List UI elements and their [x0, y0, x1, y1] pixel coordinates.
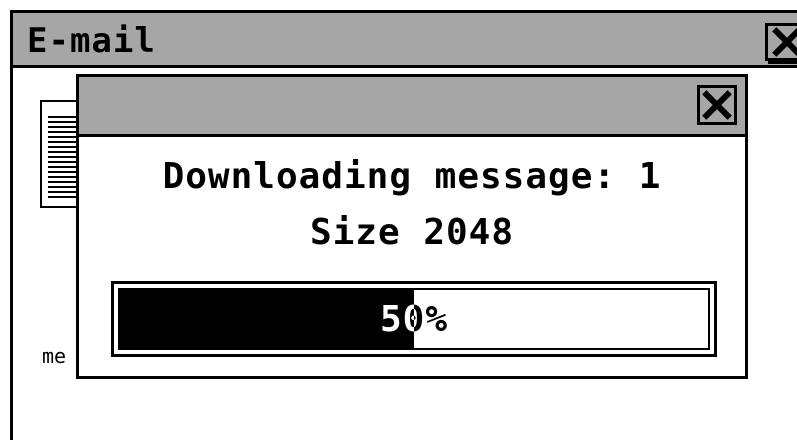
- dialog-close-button[interactable]: [697, 85, 737, 125]
- close-icon: [772, 27, 797, 57]
- download-progress-bar: 50% 50%: [111, 281, 717, 357]
- document-lines: [48, 116, 78, 200]
- document-icon[interactable]: [40, 100, 76, 208]
- progress-fill: 50%: [120, 290, 414, 348]
- progress-track: 50% 50%: [118, 288, 710, 350]
- download-message-text: Downloading message: 1: [79, 155, 745, 199]
- progress-percent-label-inverse: 50%: [120, 290, 414, 348]
- download-dialog: Downloading message: 1 Size 2048 50% 50%: [76, 74, 748, 379]
- main-window-title: E-mail: [27, 21, 156, 61]
- message-size-text: Size 2048: [79, 211, 745, 255]
- background-item-label: me: [42, 344, 66, 368]
- dialog-title-bar: [79, 77, 745, 137]
- close-icon: [702, 90, 732, 120]
- main-title-bar: E-mail: [13, 13, 797, 68]
- main-close-button[interactable]: [765, 23, 797, 61]
